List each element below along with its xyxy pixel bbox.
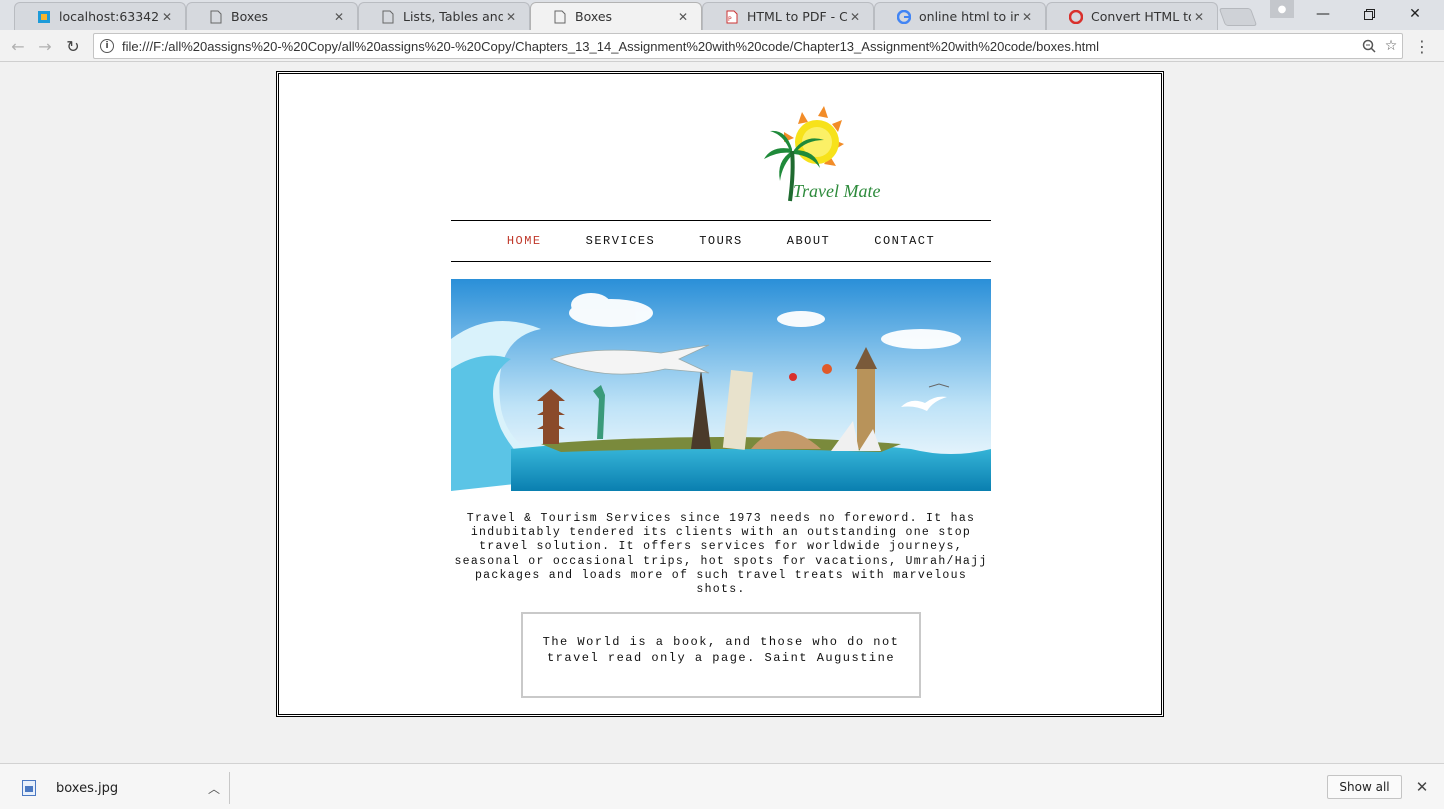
- minimize-icon[interactable]: —: [1300, 0, 1346, 28]
- logo-text: Travel Mate: [793, 181, 881, 201]
- page-icon: [381, 10, 395, 24]
- nav-home[interactable]: HOME: [507, 234, 542, 248]
- tab-2[interactable]: Boxes ✕: [186, 2, 358, 30]
- tab-strip: localhost:63342/mm ✕ Boxes ✕ Lists, Tabl…: [0, 0, 1444, 30]
- close-icon[interactable]: ✕: [675, 9, 691, 25]
- tab-4-active[interactable]: Boxes ✕: [530, 2, 702, 30]
- tab-title: localhost:63342/mm: [59, 9, 159, 24]
- close-shelf-icon[interactable]: ✕: [1412, 775, 1432, 799]
- svg-text:P: P: [728, 16, 732, 23]
- tab-1[interactable]: localhost:63342/mm ✕: [14, 2, 186, 30]
- quote-box: The World is a book, and those who do no…: [521, 612, 921, 698]
- zoom-icon[interactable]: [1358, 35, 1380, 57]
- profile-icon[interactable]: ●: [1270, 0, 1294, 18]
- bookmark-star-icon[interactable]: ☆: [1380, 35, 1402, 57]
- google-icon: [897, 9, 911, 24]
- url-text[interactable]: file:///F:/all%20assigns%20-%20Copy/all%…: [122, 39, 1358, 54]
- close-icon[interactable]: ✕: [159, 9, 175, 25]
- page-container: Travel Mate HOME SERVICES TOURS ABOUT CO…: [276, 71, 1164, 717]
- page-icon: [209, 10, 223, 24]
- maximize-icon[interactable]: [1346, 0, 1392, 28]
- forward-icon[interactable]: →: [33, 34, 57, 58]
- main-nav: HOME SERVICES TOURS ABOUT CONTACT: [451, 220, 991, 262]
- download-shelf: boxes.jpg ︿ Show all ✕: [0, 763, 1444, 809]
- nav-tours[interactable]: TOURS: [699, 234, 743, 248]
- close-icon[interactable]: ✕: [503, 9, 519, 25]
- page-viewport: Travel Mate HOME SERVICES TOURS ABOUT CO…: [0, 63, 1444, 763]
- travel-mate-logo[interactable]: Travel Mate: [744, 104, 884, 204]
- tab-title: Boxes: [231, 9, 269, 24]
- tab-title: Boxes: [575, 9, 613, 24]
- reload-icon[interactable]: ↻: [61, 34, 85, 58]
- close-icon[interactable]: ✕: [847, 9, 863, 25]
- tab-3[interactable]: Lists, Tables and Forr ✕: [358, 2, 530, 30]
- tab-7[interactable]: Convert HTML to JPG ✕: [1046, 2, 1218, 30]
- nav-contact[interactable]: CONTACT: [874, 234, 935, 248]
- window-close-icon[interactable]: ✕: [1392, 0, 1438, 28]
- info-icon[interactable]: i: [100, 39, 114, 53]
- tab-6[interactable]: online html to imag ✕: [874, 2, 1046, 30]
- tab-title: HTML to PDF - Conv: [747, 9, 847, 24]
- image-file-icon: [22, 780, 36, 796]
- page-icon: [553, 10, 567, 24]
- new-tab-button[interactable]: [1218, 8, 1258, 26]
- back-icon[interactable]: ←: [6, 34, 30, 58]
- pdf-icon: P: [725, 10, 739, 24]
- kebab-menu-icon[interactable]: ⋮: [1412, 34, 1432, 58]
- close-icon[interactable]: ✕: [1019, 9, 1035, 25]
- download-file-name: boxes.jpg: [56, 780, 119, 796]
- tab-title: online html to imag: [919, 9, 1019, 24]
- chevron-up-icon[interactable]: ︿: [199, 780, 229, 797]
- tab-5[interactable]: P HTML to PDF - Conv ✕: [702, 2, 874, 30]
- show-all-button[interactable]: Show all: [1327, 775, 1402, 799]
- tab-title: Lists, Tables and Forr: [403, 9, 503, 24]
- download-item[interactable]: boxes.jpg ︿: [14, 772, 230, 804]
- browser-toolbar: ← → ↻ i file:///F:/all%20assigns%20-%20C…: [0, 30, 1444, 62]
- webstorm-icon: [37, 10, 51, 24]
- convert-icon: [1069, 9, 1083, 24]
- tab-title: Convert HTML to JPG: [1091, 9, 1191, 24]
- nav-about[interactable]: ABOUT: [787, 234, 831, 248]
- address-bar[interactable]: i file:///F:/all%20assigns%20-%20Copy/al…: [93, 33, 1403, 59]
- intro-paragraph: Travel & Tourism Services since 1973 nee…: [454, 512, 988, 597]
- close-icon[interactable]: ✕: [331, 9, 347, 25]
- close-icon[interactable]: ✕: [1191, 9, 1207, 25]
- hero-image: [451, 279, 991, 491]
- nav-services[interactable]: SERVICES: [586, 234, 656, 248]
